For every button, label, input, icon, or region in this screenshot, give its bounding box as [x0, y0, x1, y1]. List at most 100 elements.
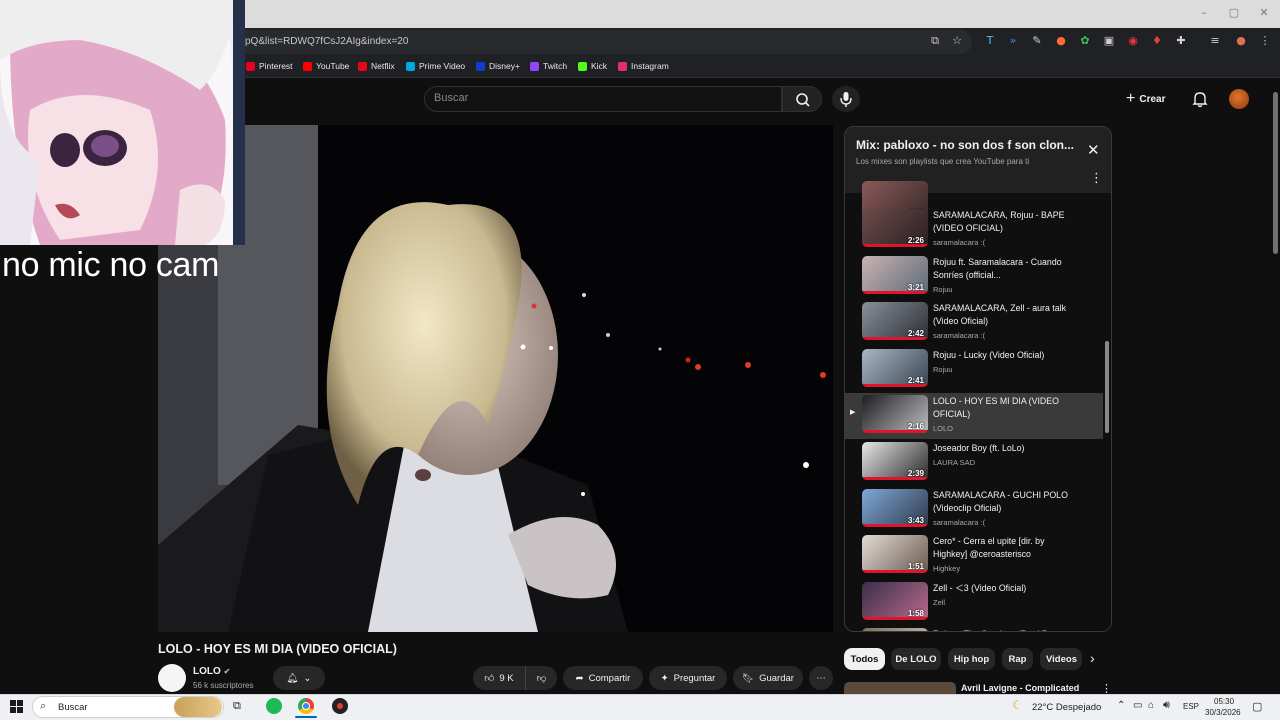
bookmark-youtube[interactable]: YouTube [303, 61, 349, 71]
extensions-puzzle-icon[interactable]: ✚ [1174, 34, 1188, 48]
playlist-item[interactable]: Rojuu - The Sundays (Prod By. [845, 626, 1103, 631]
extension-red-icon[interactable]: ◉ [1126, 34, 1140, 48]
channel-name[interactable]: LOLO ✔ [193, 666, 230, 677]
playlist-thumbnail: 3:43 [862, 488, 928, 527]
share-button[interactable]: ➦ Compartir [563, 666, 643, 690]
filter-chip-de-lolo[interactable]: De LOLO [891, 648, 941, 670]
search-button[interactable] [782, 86, 822, 112]
bookmark-pinterest[interactable]: Pinterest [246, 61, 293, 71]
playlist-item[interactable]: 1:58 Zell - ＜3 (Video Oficial) Zell [845, 580, 1103, 626]
network-icon[interactable]: ⌂ [1148, 700, 1154, 711]
search-input[interactable] [424, 86, 782, 112]
next-video-title[interactable]: Avril Lavigne - Complicated [961, 683, 1079, 693]
playlist-thumbnail: 2:41 [862, 348, 928, 387]
bookmark-prime-video[interactable]: Prime Video [406, 61, 465, 71]
spotify-icon[interactable] [266, 698, 282, 714]
browser-menu-icon[interactable]: ⋮ [1258, 34, 1272, 48]
bookmark-label: Twitch [543, 61, 568, 71]
maximize-icon[interactable]: ▢ [1226, 6, 1242, 20]
url-text[interactable]: pQ&list=RDWQ7fCsJ2AIg&index=20 [245, 36, 408, 47]
plus-icon: + [1126, 90, 1136, 107]
reading-list-icon[interactable]: ≡ [1208, 34, 1222, 48]
filter-chip-todos[interactable]: Todos [844, 648, 885, 670]
playlist-item[interactable]: 2:41 Rojuu - Lucky (Video Oficial) Rojuu [845, 347, 1103, 393]
install-app-icon[interactable]: ⧉ [928, 34, 942, 48]
playlist-item-channel: Rojuu [933, 284, 953, 294]
playlist-item-channel: saramalacara :( [933, 331, 986, 341]
extension-gray-icon[interactable]: ▣ [1102, 34, 1116, 48]
minimize-icon[interactable]: – [1196, 6, 1212, 20]
profile-icon[interactable]: ● [1234, 34, 1248, 48]
filter-chip-videos[interactable]: Videos [1040, 648, 1082, 670]
language-indicator[interactable]: ESP [1183, 702, 1199, 711]
extension-shield-icon[interactable]: ♦ [1150, 34, 1164, 48]
extension-translate-icon[interactable]: T [983, 34, 997, 48]
weather-text[interactable]: 22°C Despejado [1032, 702, 1101, 713]
notifications-button[interactable] [1192, 90, 1208, 113]
playlist-item[interactable]: 1:51 Cero* - Cerra el upite [dir. by High… [845, 533, 1103, 579]
filter-chip-rap[interactable]: Rap [1002, 648, 1033, 670]
watched-progress-bar [862, 290, 928, 294]
playlist-item[interactable]: 3:21 Rojuu ft. Saramalacara - Cuando Sonr… [845, 254, 1103, 300]
search-icon: ⌕ [40, 699, 47, 712]
weather-moon-icon[interactable]: ☾ [1012, 698, 1023, 712]
extension-orange-icon[interactable]: ● [1054, 34, 1068, 48]
search-highlight-image[interactable] [174, 697, 222, 717]
playlist-item-channel: LOLO [933, 424, 954, 434]
ask-button[interactable]: ✦ Preguntar [649, 666, 727, 690]
watched-progress-bar [862, 383, 928, 387]
subscribe-bell-button[interactable]: 🔔︎ ⌄ [273, 666, 325, 690]
chevron-right-icon[interactable]: › [1090, 650, 1095, 666]
bookmark-star-icon[interactable]: ☆ [950, 34, 964, 48]
voice-search-button[interactable] [832, 86, 860, 112]
speaker-icon[interactable]: 🔊︎ [1163, 699, 1170, 712]
bookmark-disney[interactable]: Disney+ [476, 61, 520, 71]
playlist-title[interactable]: Mix: pabloxo - no son dos f son clon... [856, 138, 1074, 152]
system-tray-icon[interactable]: ▭ [1133, 700, 1142, 711]
search-placeholder[interactable]: Buscar [434, 92, 468, 104]
playlist-item[interactable]: 2:42 SARAMALACARA, Zell - aura talk (Vide… [845, 300, 1103, 346]
dislike-button[interactable]: 👎︎ [525, 666, 557, 690]
playlist-item[interactable]: 2:26 SARAMALACARA, Rojuu - BAPE (VIDEO OF… [845, 207, 1103, 253]
clock-time[interactable]: 05:30 [1214, 697, 1234, 706]
create-label: Crear [1139, 93, 1166, 105]
show-hidden-icons[interactable]: ⌃ [1117, 700, 1125, 711]
bookmark-netflix[interactable]: Netflix [358, 61, 395, 71]
taskbar-search-label[interactable]: Buscar [58, 702, 88, 713]
channel-avatar[interactable] [158, 664, 186, 692]
more-horizontal-icon: ⋯ [816, 672, 826, 684]
playlist-scrollbar[interactable] [1104, 193, 1110, 631]
like-button[interactable]: 👍︎ 9 K [473, 666, 525, 690]
extension-audio-icon[interactable]: » [1006, 34, 1020, 48]
windows-start-icon[interactable] [10, 700, 24, 719]
close-window-icon[interactable]: ✕ [1256, 6, 1272, 20]
playlist-subtitle: Los mixes son playlists que crea YouTube… [856, 157, 1030, 166]
save-button[interactable]: 🔖︎ Guardar [733, 666, 803, 690]
filter-chip-hip-hop[interactable]: Hip hop [948, 648, 995, 670]
close-icon[interactable]: ✕ [1087, 141, 1100, 159]
next-video-thumbnail[interactable] [844, 682, 956, 694]
task-view-icon[interactable]: ⧉ [233, 700, 241, 713]
bookmark-kick[interactable]: Kick [578, 61, 607, 71]
bookmark-twitch[interactable]: Twitch [530, 61, 567, 71]
playlist-item[interactable]: ▶ 2:16 LOLO - HOY ES MI DIA (VIDEO OFICIAL… [845, 393, 1103, 440]
app-icon[interactable] [332, 698, 348, 714]
bookmark-instagram[interactable]: Instagram [618, 61, 669, 71]
extension-pen-icon[interactable]: ✎ [1030, 34, 1044, 48]
page-scrollbar[interactable] [1271, 80, 1280, 694]
playlist-item[interactable]: 2:39 Joseador Boy (ft. LoLo) LAURA SAD [845, 440, 1103, 486]
clock-date[interactable]: 30/3/2026 [1205, 708, 1241, 717]
create-button[interactable]: + Crear [1126, 88, 1165, 110]
bookmark-favicon-icon [530, 61, 539, 71]
video-player[interactable] [158, 125, 833, 632]
playlist-item[interactable]: 3:43 SARAMALACARA - GUCHI POLO (Videoclip… [845, 487, 1103, 533]
playlist-item-title: Rojuu - Lucky (Video Oficial) [933, 349, 1045, 360]
chrome-icon[interactable] [298, 698, 314, 714]
notification-center-icon[interactable]: ▢ [1252, 700, 1262, 713]
extension-green-icon[interactable]: ✿ [1078, 34, 1092, 48]
bookmark-favicon-icon [358, 61, 367, 71]
bookmark-favicon-icon [618, 61, 627, 71]
account-avatar[interactable] [1229, 89, 1249, 109]
playlist-item-title: Zell - ＜3 (Video Oficial) [933, 582, 1027, 593]
more-actions-button[interactable]: ⋯ [809, 666, 833, 690]
